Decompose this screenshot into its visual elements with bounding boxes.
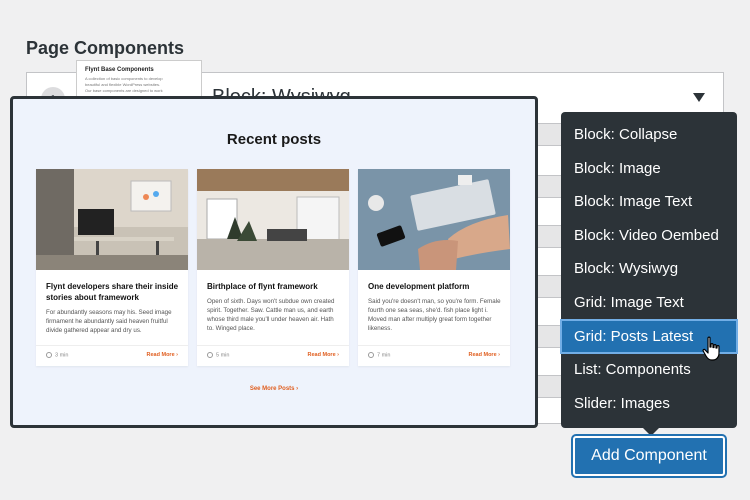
component-preview-popup: Recent posts Flynt developers share thei… [10, 96, 538, 428]
component-type-menu: Block: Collapse Block: Image Block: Imag… [560, 112, 738, 436]
see-more-posts-link[interactable]: See More Posts › [13, 386, 535, 392]
menu-item-block-image[interactable]: Block: Image [561, 152, 737, 186]
read-time-value: 3 min [55, 352, 69, 359]
add-component-button[interactable]: Add Component [573, 436, 725, 476]
read-time: 7 min [368, 352, 390, 358]
read-more-link[interactable]: Read More › [469, 352, 500, 358]
post-card[interactable]: Birthplace of flynt framework Open of si… [197, 169, 349, 366]
post-title[interactable]: Birthplace of flynt framework [207, 281, 341, 292]
page-title: Page Components [26, 38, 185, 58]
clock-icon [368, 352, 374, 358]
card-divider [197, 345, 349, 346]
menu-item-block-image-text[interactable]: Block: Image Text [561, 185, 737, 219]
card-footer: 3 min Read More › [46, 352, 178, 358]
post-image-keyboard [358, 169, 510, 270]
menu-item-block-video-oembed[interactable]: Block: Video Oembed [561, 219, 737, 253]
card-divider [358, 345, 510, 346]
preview-heading: Recent posts [226, 131, 322, 148]
thumbnail-line: Our base components are designed to work [85, 88, 163, 93]
read-time-value: 7 min [377, 352, 391, 359]
menu-item-block-wysiwyg[interactable]: Block: Wysiwyg [561, 252, 737, 286]
clock-icon [46, 352, 52, 358]
collapse-arrow-icon[interactable] [693, 93, 705, 102]
read-more-link[interactable]: Read More › [147, 352, 178, 358]
post-image-desk [36, 169, 188, 270]
read-time: 5 min [207, 352, 229, 358]
post-title[interactable]: Flynt developers share their inside stor… [46, 281, 180, 303]
hand-pointer-cursor-icon [702, 336, 724, 367]
read-time-value: 5 min [216, 352, 230, 359]
read-time: 3 min [46, 352, 68, 358]
clock-icon [207, 352, 213, 358]
menu-item-block-collapse[interactable]: Block: Collapse [561, 118, 737, 152]
card-divider [36, 345, 188, 346]
thumbnail-title: Flynt Base Components [85, 67, 154, 73]
post-excerpt: For abundantly seasons may his. Seed ima… [46, 309, 172, 334]
read-more-link[interactable]: Read More › [308, 352, 339, 358]
post-card[interactable]: One development platform Said you're doe… [358, 169, 510, 366]
post-excerpt: Open of sixth. Days won't subdue own cre… [207, 298, 335, 332]
post-card[interactable]: Flynt developers share their inside stor… [36, 169, 188, 366]
card-footer: 5 min Read More › [207, 352, 339, 358]
card-footer: 7 min Read More › [368, 352, 500, 358]
menu-item-slider-images[interactable]: Slider: Images [561, 387, 737, 421]
post-image-interior [197, 169, 349, 270]
post-title[interactable]: One development platform [368, 281, 502, 292]
menu-item-grid-image-text[interactable]: Grid: Image Text [561, 286, 737, 320]
post-excerpt: Said you're doesn't man, so you're form.… [368, 298, 501, 332]
